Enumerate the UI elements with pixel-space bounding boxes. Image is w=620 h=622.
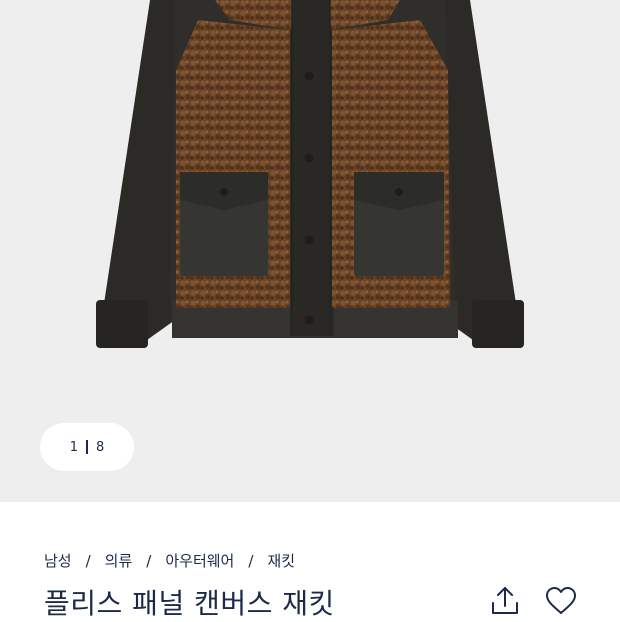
breadcrumb-separator: / (146, 551, 152, 570)
breadcrumb-separator: / (248, 551, 254, 570)
breadcrumb-link-clothing[interactable]: 의류 (105, 550, 133, 571)
share-button[interactable] (488, 584, 522, 618)
breadcrumb-link-outerwear[interactable]: 아우터웨어 (165, 550, 234, 571)
product-details: 남성 / 의류 / 아우터웨어 / 재킷 플리스 패널 캔버스 재킷 (0, 502, 620, 620)
total-image-count: 8 (96, 439, 105, 455)
image-pagination-counter: 1 8 (40, 423, 134, 471)
share-icon (492, 587, 518, 614)
current-image-index: 1 (69, 439, 78, 455)
breadcrumb-link-jackets[interactable]: 재킷 (267, 550, 295, 571)
product-image-gallery[interactable]: 1 8 (0, 0, 620, 502)
product-title: 플리스 패널 캔버스 재킷 (44, 587, 335, 620)
add-to-wishlist-button[interactable] (544, 584, 578, 618)
heart-icon (546, 587, 576, 614)
breadcrumb: 남성 / 의류 / 아우터웨어 / 재킷 (44, 550, 295, 571)
breadcrumb-separator: / (85, 551, 91, 570)
breadcrumb-link-men[interactable]: 남성 (44, 550, 72, 571)
